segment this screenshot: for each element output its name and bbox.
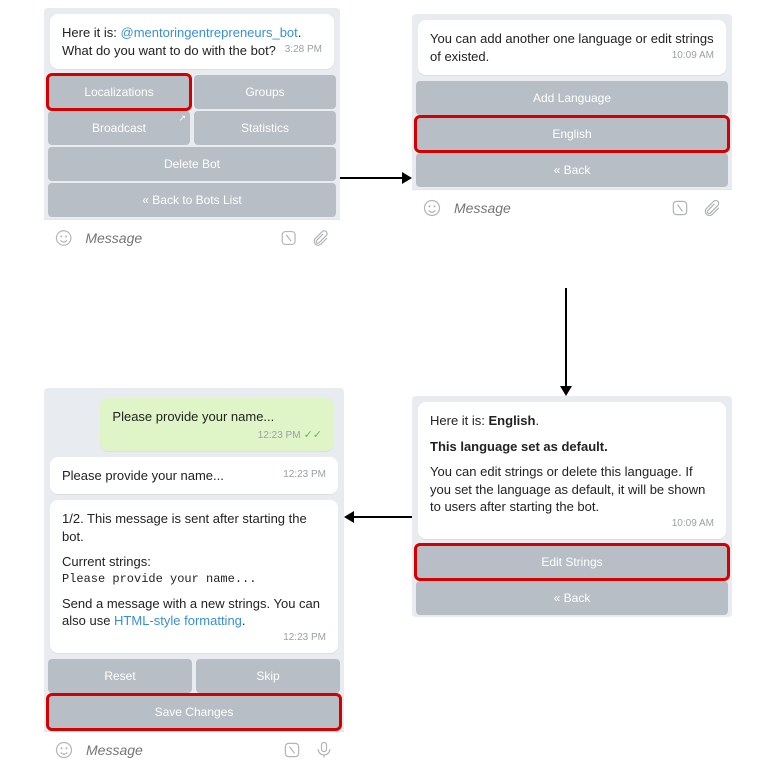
line-2: Current strings: (62, 553, 326, 571)
input-bar (412, 189, 732, 226)
msg-text: Please provide your name... (62, 468, 224, 483)
arrow-2-to-3 (556, 288, 576, 396)
delete-bot-button[interactable]: Delete Bot (48, 147, 336, 181)
groups-button[interactable]: Groups (194, 75, 336, 109)
instructions: You can edit strings or delete this lang… (430, 463, 714, 516)
english-button[interactable]: English (416, 117, 728, 151)
current-string: Please provide your name... (62, 571, 326, 587)
panel-language-detail: Here it is: English. This language set a… (412, 396, 732, 617)
emoji-icon[interactable] (54, 228, 73, 248)
bot-handle-link[interactable]: @mentoringentrepreneurs_bot (121, 25, 298, 40)
external-icon: ↗ (178, 113, 186, 124)
msg-text: Here it is: (430, 413, 489, 428)
timestamp: 10:09 AM (672, 50, 714, 61)
command-icon[interactable] (279, 228, 298, 248)
emoji-icon[interactable] (54, 740, 74, 760)
add-language-button[interactable]: Add Language (416, 81, 728, 115)
read-checks-icon: ✓✓ (304, 429, 322, 441)
mic-icon[interactable] (314, 740, 334, 760)
reset-button[interactable]: Reset (48, 659, 192, 693)
command-icon[interactable] (670, 198, 690, 218)
back-bots-list-button[interactable]: « Back to Bots List (48, 183, 336, 217)
panel-languages: You can add another one language or edit… (412, 14, 732, 226)
edit-strings-button[interactable]: Edit Strings (416, 545, 728, 579)
timestamp: 12:23 PM✓✓ (258, 428, 322, 441)
back-button[interactable]: « Back (416, 581, 728, 615)
timestamp: 3:28 PM (285, 44, 322, 55)
msg-text: Please provide your name... (112, 409, 274, 424)
skip-button[interactable]: Skip (196, 659, 340, 693)
arrow-3-to-4 (344, 507, 412, 527)
outgoing-message: Please provide your name... 12:23 PM✓✓ (100, 398, 334, 451)
timestamp: 10:09 AM (672, 518, 714, 529)
statistics-button[interactable]: Statistics (194, 111, 336, 145)
attach-icon[interactable] (702, 198, 722, 218)
timestamp: 12:23 PM (283, 469, 326, 480)
html-formatting-link[interactable]: HTML-style formatting (114, 613, 242, 628)
localizations-button[interactable]: Localizations (48, 75, 190, 109)
message-input[interactable] (86, 742, 270, 758)
message-bubble: Here it is: English. This language set a… (418, 402, 726, 539)
msg-text: Here it is: (62, 25, 121, 40)
echo-bubble: Please provide your name... 12:23 PM (50, 457, 338, 495)
message-bubble: Here it is: @mentoringentrepreneurs_bot.… (50, 14, 334, 69)
attach-icon[interactable] (311, 228, 330, 248)
message-input[interactable] (85, 230, 267, 246)
command-icon[interactable] (282, 740, 302, 760)
emoji-icon[interactable] (422, 198, 442, 218)
message-input[interactable] (454, 200, 658, 216)
timestamp: 12:23 PM (283, 632, 326, 643)
input-bar (44, 219, 340, 256)
input-bar (44, 731, 344, 768)
message-bubble: You can add another one language or edit… (418, 20, 726, 75)
default-note: This language set as default. (430, 438, 714, 456)
line-1: 1/2. This message is sent after starting… (62, 510, 326, 545)
broadcast-button[interactable]: Broadcast↗ (48, 111, 190, 145)
panel-bot-menu: Here it is: @mentoringentrepreneurs_bot.… (44, 8, 340, 256)
instruction-bubble: 1/2. This message is sent after starting… (50, 500, 338, 653)
save-changes-button[interactable]: Save Changes (48, 695, 340, 729)
back-button[interactable]: « Back (416, 153, 728, 187)
language-name: English (489, 413, 536, 428)
panel-edit-strings: Please provide your name... 12:23 PM✓✓ P… (44, 388, 344, 768)
arrow-1-to-2 (340, 168, 412, 188)
